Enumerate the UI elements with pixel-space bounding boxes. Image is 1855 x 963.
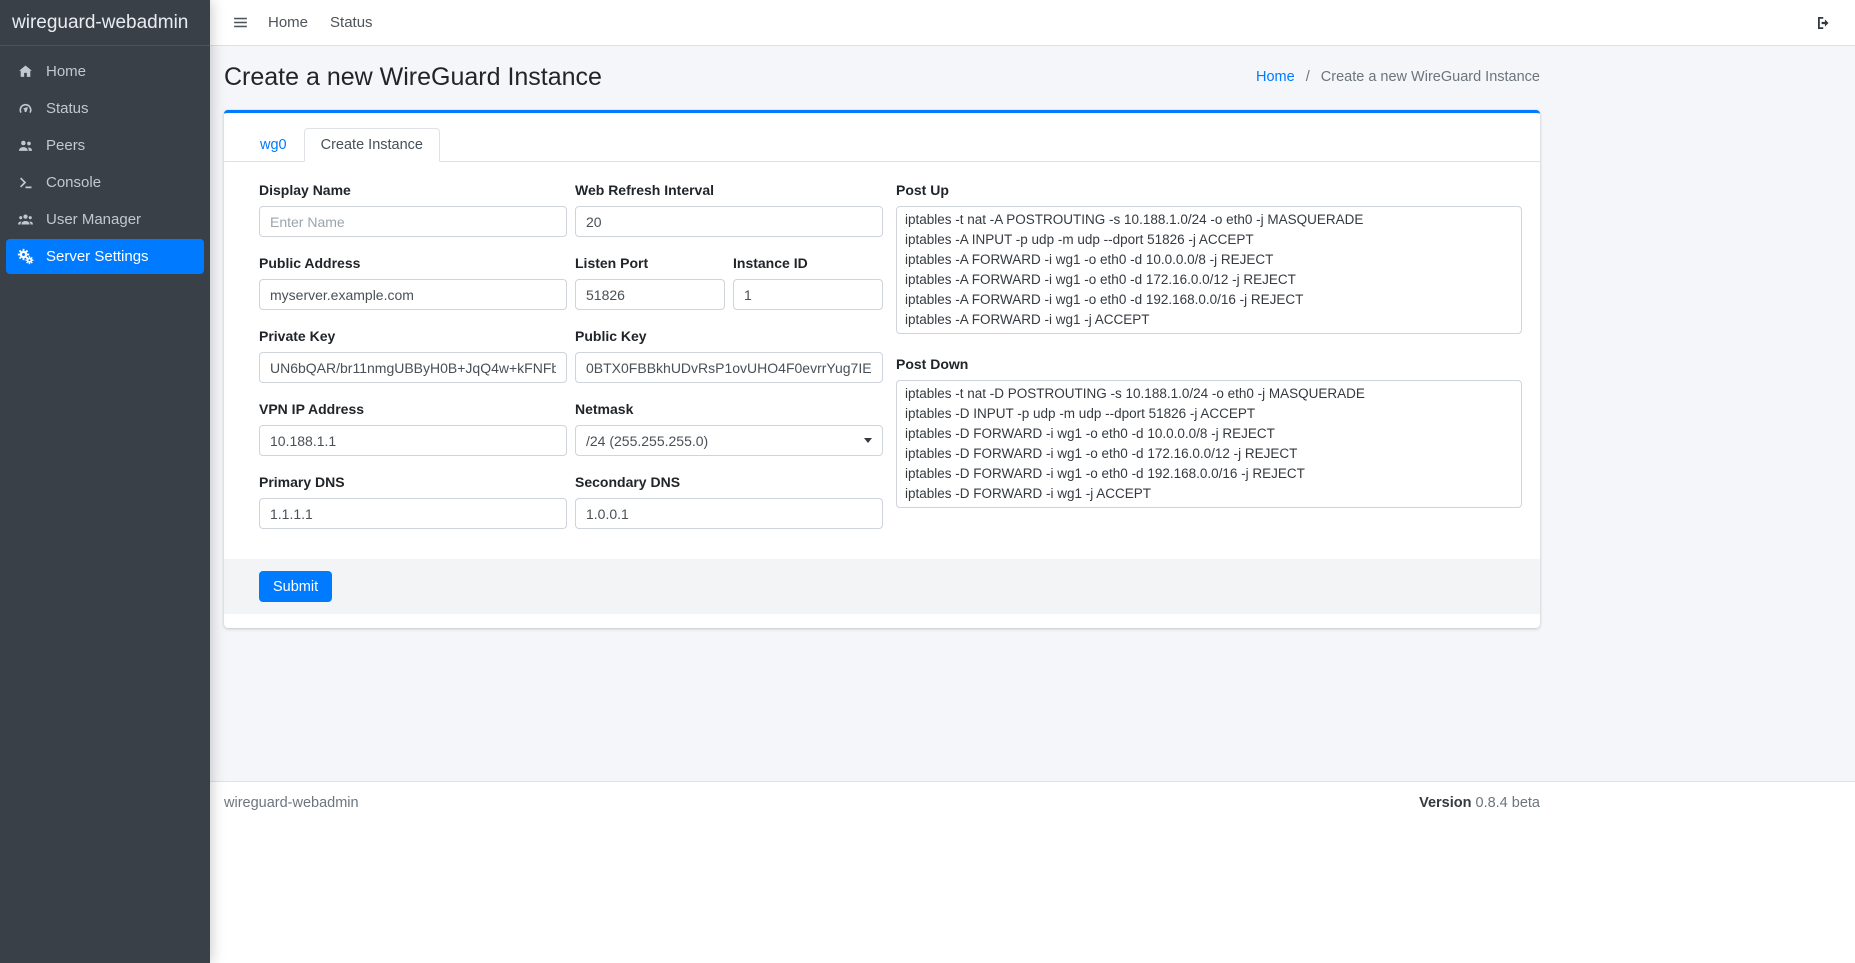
gauge-icon: [16, 100, 34, 118]
web-refresh-interval-label: Web Refresh Interval: [575, 182, 883, 198]
form-row: Display Name Web Refresh Interval: [259, 182, 883, 237]
footer-inner: wireguard-webadmin Version 0.8.4 beta: [224, 795, 1540, 811]
netmask-label: Netmask: [575, 401, 883, 417]
secondary-dns-field: Secondary DNS: [575, 474, 883, 529]
terminal-icon: [16, 174, 34, 192]
sidebar-item-server-settings[interactable]: Server Settings: [6, 239, 204, 274]
breadcrumb-separator: /: [1306, 69, 1310, 85]
instance-id-label: Instance ID: [733, 255, 883, 271]
public-address-input[interactable]: [259, 279, 567, 310]
sidebar-item-home[interactable]: Home: [6, 54, 204, 89]
private-key-field: Private Key: [259, 328, 567, 383]
listen-port-input[interactable]: [575, 279, 725, 310]
display-name-field: Display Name: [259, 182, 567, 237]
post-down-field: Post Down iptables -t nat -D POSTROUTING…: [896, 356, 1522, 513]
breadcrumb-current: Create a new WireGuard Instance: [1321, 69, 1540, 85]
public-address-label: Public Address: [259, 255, 567, 271]
web-refresh-interval-field: Web Refresh Interval: [575, 182, 883, 237]
netmask-select[interactable]: /24 (255.255.255.0): [575, 425, 883, 456]
private-key-input[interactable]: [259, 352, 567, 383]
primary-dns-label: Primary DNS: [259, 474, 567, 490]
card-footer: Submit: [224, 559, 1540, 614]
secondary-dns-label: Secondary DNS: [575, 474, 883, 490]
post-down-textarea[interactable]: iptables -t nat -D POSTROUTING -s 10.188…: [896, 380, 1522, 508]
gears-icon: [16, 248, 34, 266]
app-root: wireguard-webadmin Home Status Peers: [0, 0, 1855, 963]
page-title: Create a new WireGuard Instance: [224, 62, 602, 92]
sidebar-item-user-manager[interactable]: User Manager: [6, 202, 204, 237]
sidebar-item-peers[interactable]: Peers: [6, 128, 204, 163]
sidebar-item-label: Status: [46, 100, 89, 117]
footer-app-name: wireguard-webadmin: [224, 795, 359, 811]
form-row: Private Key Public Key: [259, 328, 883, 383]
footer-version: Version 0.8.4 beta: [1419, 795, 1540, 811]
content-wrapper: Create a new WireGuard Instance Home / C…: [210, 46, 1855, 781]
navbar-link-status[interactable]: Status: [319, 14, 384, 31]
sidebar: wireguard-webadmin Home Status Peers: [0, 0, 210, 963]
logout-icon: [1815, 14, 1833, 32]
vpn-ip-input[interactable]: [259, 425, 567, 456]
tab-wg0[interactable]: wg0: [243, 128, 304, 162]
vpn-ip-field: VPN IP Address: [259, 401, 567, 456]
card-bottom-padding: [224, 614, 1540, 628]
form-right-column: Post Up iptables -t nat -A POSTROUTING -…: [896, 182, 1522, 529]
main-area: Home Status Create a new WireGuard Insta…: [210, 0, 1855, 963]
primary-dns-field: Primary DNS: [259, 474, 567, 529]
footer-version-label: Version: [1419, 795, 1471, 811]
form-row: Primary DNS Secondary DNS: [259, 474, 883, 529]
instance-id-field: Instance ID: [733, 255, 883, 310]
primary-dns-input[interactable]: [259, 498, 567, 529]
tab-bar: wg0 Create Instance: [224, 128, 1540, 162]
home-icon: [16, 63, 34, 81]
form-row: VPN IP Address Netmask /24 (255.255.255.…: [259, 401, 883, 456]
public-key-field: Public Key: [575, 328, 883, 383]
content-header: Create a new WireGuard Instance Home / C…: [224, 62, 1540, 92]
post-up-textarea[interactable]: iptables -t nat -A POSTROUTING -s 10.188…: [896, 206, 1522, 334]
form-body: Display Name Web Refresh Interval Public…: [224, 162, 1540, 559]
netmask-field: Netmask /24 (255.255.255.0): [575, 401, 883, 456]
tab-create-instance[interactable]: Create Instance: [304, 128, 440, 162]
sidebar-item-label: Server Settings: [46, 248, 149, 265]
footer-version-value: 0.8.4 beta: [1476, 795, 1541, 811]
breadcrumb: Home / Create a new WireGuard Instance: [1256, 69, 1540, 85]
menu-toggle-button[interactable]: [224, 10, 257, 35]
page-footer: wireguard-webadmin Version 0.8.4 beta: [210, 781, 1855, 824]
instance-card: wg0 Create Instance Display Name Web Ref…: [224, 110, 1540, 628]
secondary-dns-input[interactable]: [575, 498, 883, 529]
form-left-column: Display Name Web Refresh Interval Public…: [259, 182, 883, 529]
sidebar-item-label: User Manager: [46, 211, 141, 228]
brand[interactable]: wireguard-webadmin: [0, 0, 210, 46]
display-name-input[interactable]: [259, 206, 567, 237]
sidebar-nav: Home Status Peers Console: [0, 46, 210, 282]
listen-port-field: Listen Port: [575, 255, 725, 310]
sidebar-item-label: Home: [46, 63, 86, 80]
form-row: Public Address Listen Port Instance ID: [259, 255, 883, 310]
public-key-input[interactable]: [575, 352, 883, 383]
post-up-field: Post Up iptables -t nat -A POSTROUTING -…: [896, 182, 1522, 339]
private-key-label: Private Key: [259, 328, 567, 344]
public-key-label: Public Key: [575, 328, 883, 344]
submit-button[interactable]: Submit: [259, 571, 332, 602]
netmask-select-wrap: /24 (255.255.255.0): [575, 425, 883, 456]
sidebar-item-console[interactable]: Console: [6, 165, 204, 200]
top-navbar: Home Status: [210, 0, 1855, 46]
navbar-link-home[interactable]: Home: [257, 14, 319, 31]
sidebar-item-label: Console: [46, 174, 101, 191]
user-group-icon: [16, 211, 34, 229]
instance-id-input[interactable]: [733, 279, 883, 310]
public-address-field: Public Address: [259, 255, 567, 310]
logout-button[interactable]: [1809, 10, 1839, 36]
users-icon: [16, 137, 34, 155]
listen-port-label: Listen Port: [575, 255, 725, 271]
vpn-ip-label: VPN IP Address: [259, 401, 567, 417]
breadcrumb-home-link[interactable]: Home: [1256, 69, 1295, 85]
post-down-label: Post Down: [896, 356, 1522, 372]
post-up-label: Post Up: [896, 182, 1522, 198]
sidebar-item-status[interactable]: Status: [6, 91, 204, 126]
web-refresh-interval-input[interactable]: [575, 206, 883, 237]
hamburger-icon: [232, 14, 249, 31]
display-name-label: Display Name: [259, 182, 567, 198]
sidebar-item-label: Peers: [46, 137, 85, 154]
